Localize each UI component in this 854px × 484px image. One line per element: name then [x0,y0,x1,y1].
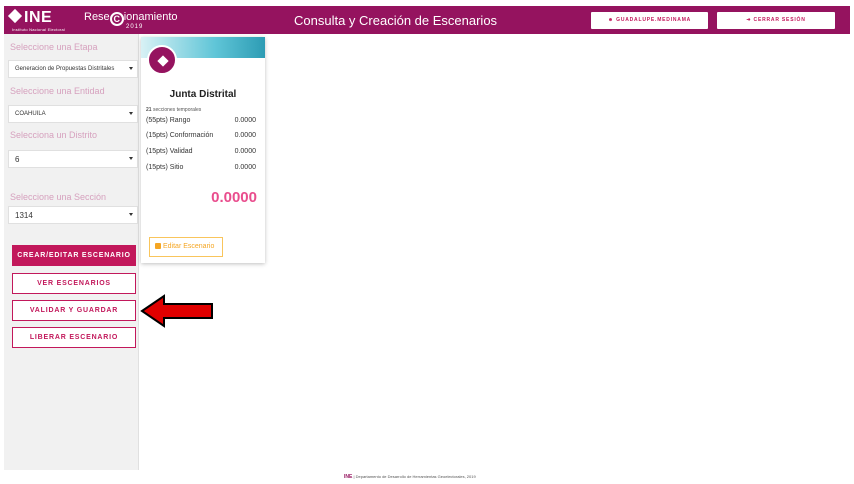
brand-year: 2019 [126,24,144,30]
user-icon: ☻ [607,17,617,23]
ine-logo-subtitle: Instituto Nacional Electoral [12,27,65,32]
distrito-select[interactable]: 6 [8,150,138,168]
liberar-escenario-button[interactable]: LIBERAR ESCENARIO [12,327,136,348]
edit-icon [155,243,161,249]
sections-count: 21 secciones temporales [146,107,202,113]
crear-editar-escenario-button[interactable]: CREAR/EDITAR ESCENARIO [12,245,136,266]
red-arrow-icon [140,294,213,328]
seccion-select[interactable]: 1314 [8,206,138,224]
chevron-down-icon [129,67,133,70]
validar-guardar-button[interactable]: VALIDAR Y GUARDAR [12,300,136,321]
chevron-down-icon [129,157,133,160]
sidebar: Seleccione una Etapa Generacion de Propu… [4,34,139,470]
page: { "header": { "logo_text": "INE", "logo_… [0,0,854,484]
seccion-label: Seleccione una Sección [10,192,107,202]
junta-distrital-card: Junta Distrital 21 secciones temporales … [141,37,265,263]
logout-button[interactable]: ➜ CERRAR SESIÓN [717,12,835,29]
metric-row: (15pts) Conformación 0.0000 [146,132,256,139]
editar-escenario-button[interactable]: Editar Escenario [149,237,223,257]
page-title: Consulta y Creación de Escenarios [294,13,498,28]
top-header: INE Instituto Nacional Electoral Rese Cio… [4,6,850,34]
total-score: 0.0000 [211,189,257,206]
entidad-select[interactable]: COAHUILA [8,105,138,123]
etapa-select[interactable]: Generacion de Propuestas Distritales [8,60,138,78]
etapa-label: Seleccione una Etapa [10,42,98,52]
footer: INE | Departamento de Desarrollo de Herr… [344,474,476,480]
brand-c-icon: C [109,12,124,26]
metric-row: (15pts) Sitio 0.0000 [146,164,256,171]
user-button[interactable]: ☻ GUADALUPE.MEDINAMA [591,12,708,29]
ine-diamond-icon [7,8,23,24]
logout-icon: ➜ [746,17,754,23]
ver-escenarios-button[interactable]: VER ESCENARIOS [12,273,136,294]
metric-row: (55pts) Rango 0.0000 [146,117,256,124]
chevron-down-icon [129,112,133,115]
ine-diamond-icon [157,55,169,67]
card-title: Junta Distrital [169,89,237,100]
entidad-label: Seleccione una Entidad [10,86,105,96]
ine-logo: INE [7,8,52,26]
distrito-label: Selecciona un Distrito [10,130,98,140]
card-avatar [147,45,177,75]
metric-row: (15pts) Validad 0.0000 [146,148,256,155]
chevron-down-icon [129,213,133,216]
